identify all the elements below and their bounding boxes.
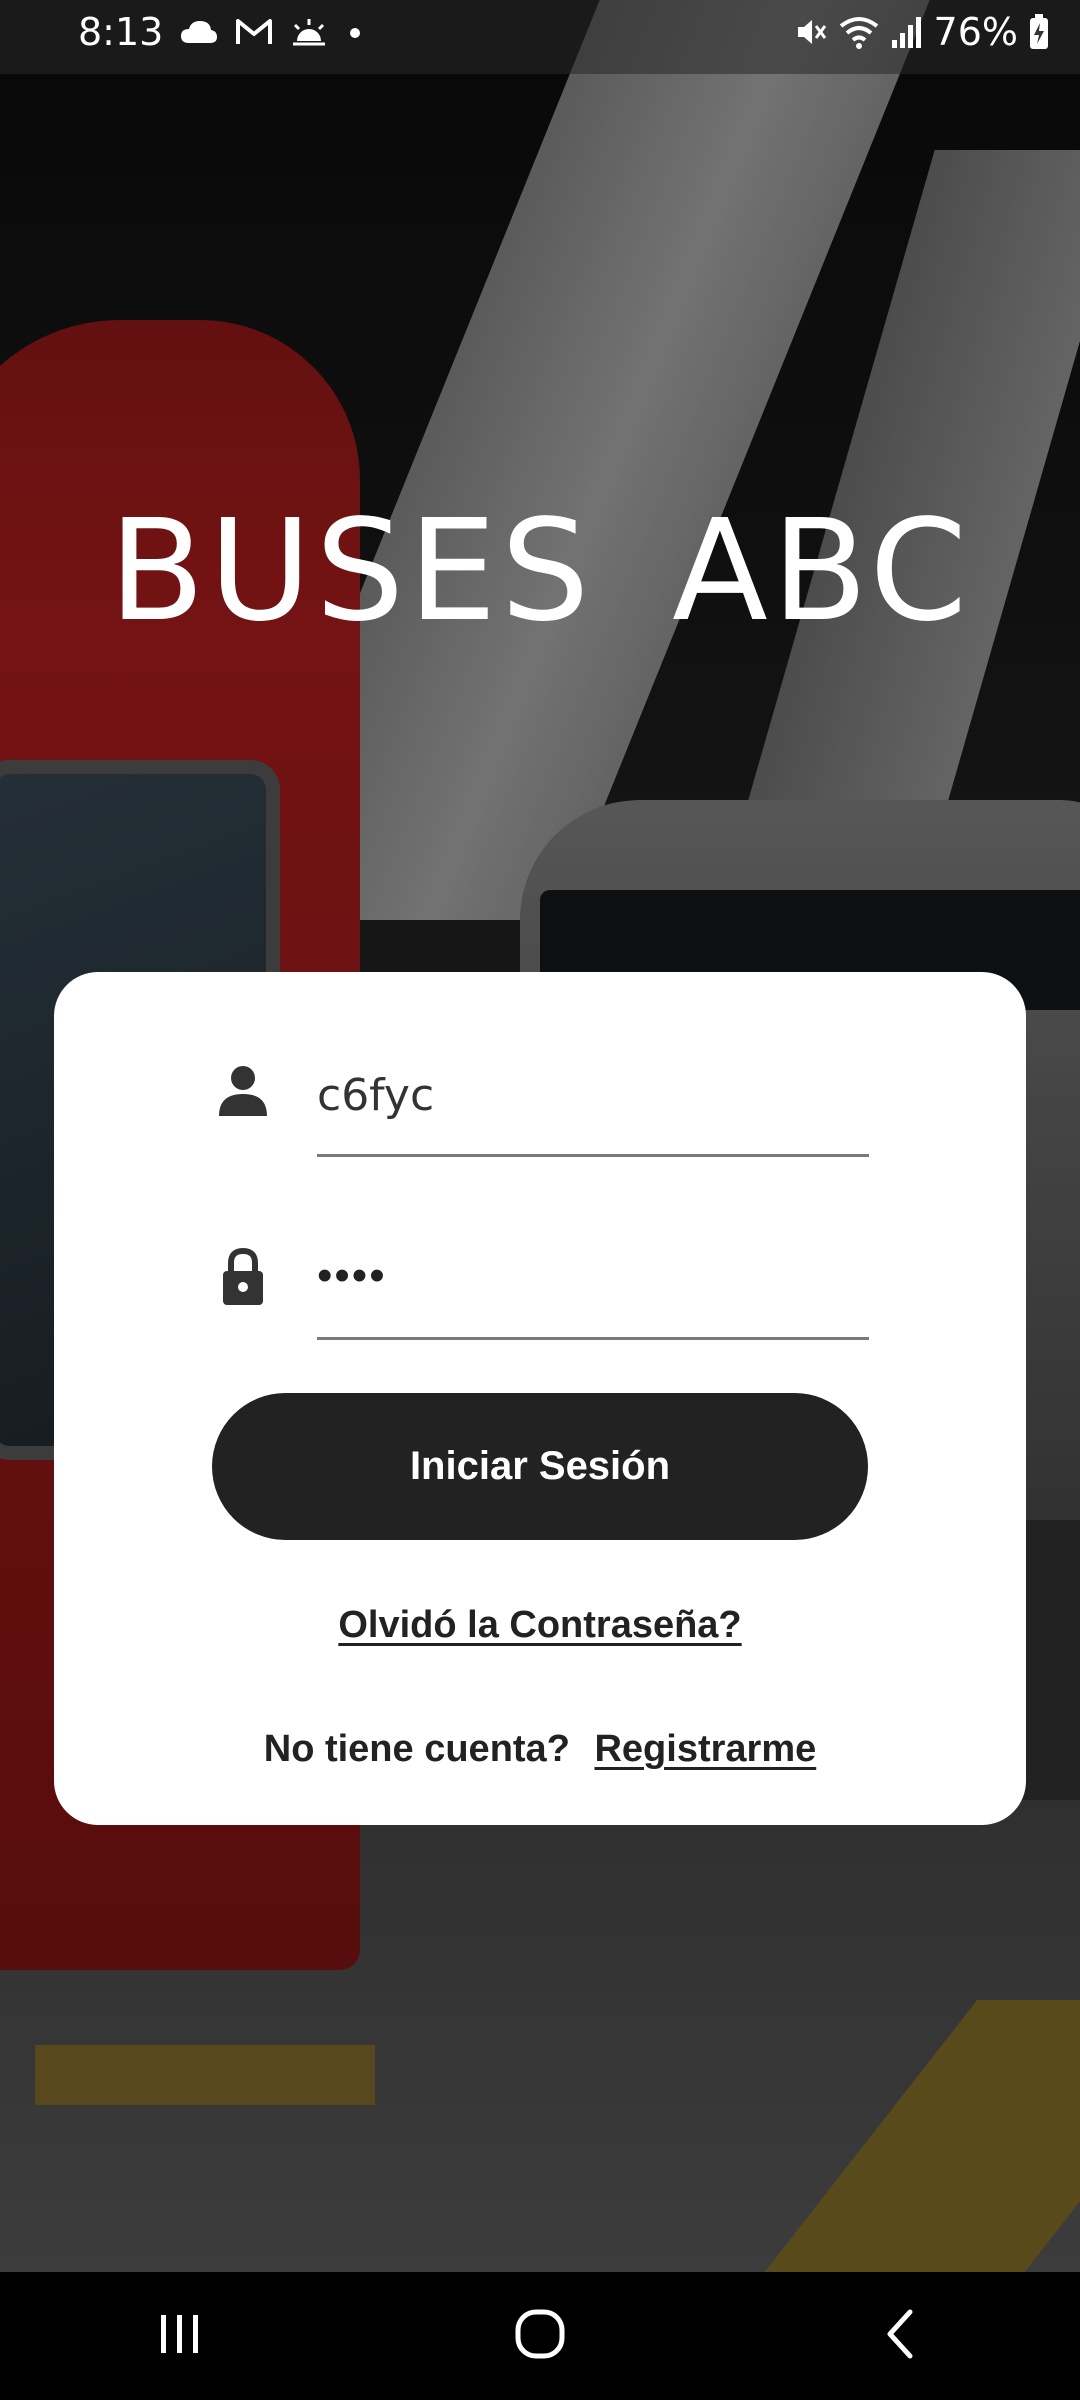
mute-icon: [792, 14, 828, 50]
no-account-text: No tiene cuenta?: [263, 1728, 570, 1770]
register-link[interactable]: Registrarme: [594, 1728, 816, 1770]
home-button[interactable]: [480, 2286, 600, 2386]
password-underline: [317, 1337, 869, 1340]
forgot-password-link[interactable]: Olvidó la Contraseña?: [0, 1604, 1080, 1647]
gmail-icon: [235, 17, 273, 47]
home-icon: [512, 2306, 568, 2367]
sunrise-icon: [289, 17, 329, 47]
recent-apps-button[interactable]: [120, 2286, 240, 2386]
signal-icon: [890, 14, 924, 50]
forgot-password-label[interactable]: Olvidó la Contraseña?: [338, 1604, 741, 1646]
dot-icon: [345, 17, 365, 47]
password-input[interactable]: ••••: [317, 1251, 387, 1301]
battery-percent: 76%: [933, 10, 1018, 54]
person-icon: [215, 1062, 271, 1122]
register-row: No tiene cuenta? Registrarme: [0, 1728, 1080, 1771]
login-button[interactable]: Iniciar Sesión: [212, 1393, 868, 1540]
password-field[interactable]: ••••: [165, 1223, 870, 1340]
navigation-bar: [0, 2272, 1080, 2400]
recent-apps-icon: [155, 2309, 205, 2364]
wifi-icon: [838, 14, 880, 50]
username-underline: [317, 1154, 869, 1157]
status-bar: 8:13 76%: [0, 0, 1080, 74]
username-input[interactable]: c6fyc: [317, 1070, 434, 1121]
cloud-icon: [179, 17, 219, 47]
status-time: 8:13: [78, 10, 164, 54]
app-title: BUSES ABC: [108, 490, 972, 653]
battery-charging-icon: [1028, 13, 1050, 51]
back-icon: [880, 2306, 920, 2367]
lock-icon: [215, 1245, 271, 1305]
back-button[interactable]: [840, 2286, 960, 2386]
username-field[interactable]: c6fyc: [165, 1040, 870, 1157]
